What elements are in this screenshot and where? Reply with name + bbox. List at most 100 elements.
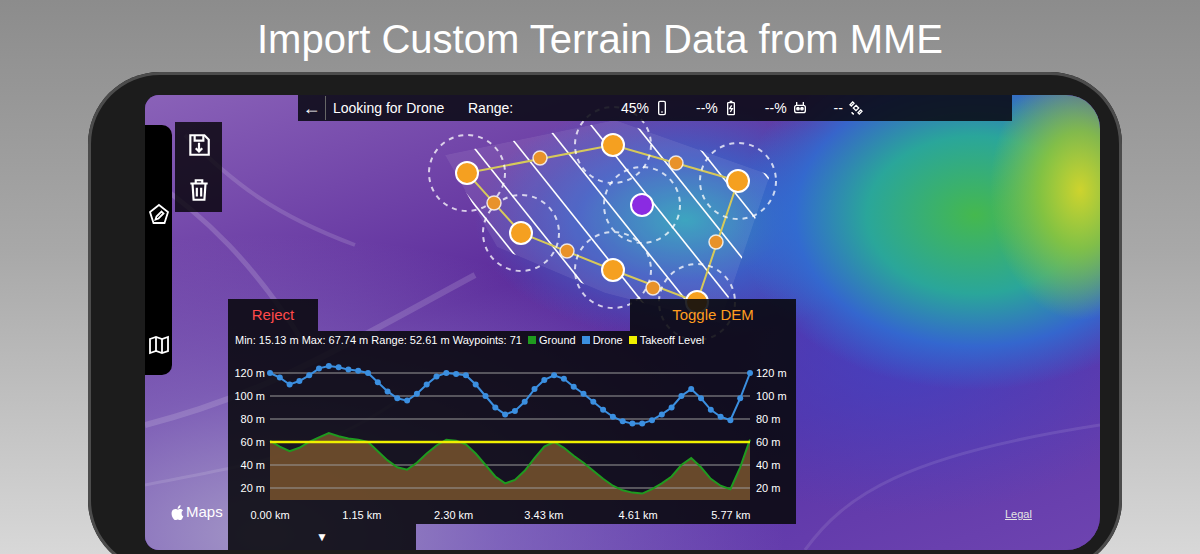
drone-point[interactable] xyxy=(375,379,381,385)
drawer-toggle[interactable]: ▼ xyxy=(228,524,416,550)
midpoint-handle[interactable] xyxy=(560,244,574,258)
drone-point[interactable] xyxy=(277,375,283,381)
drone-point[interactable] xyxy=(316,365,322,371)
legend-swatch xyxy=(582,336,590,344)
profile-plot: 120 m120 m100 m100 m80 m80 m60 m60 m40 m… xyxy=(228,349,796,524)
vertex-handle[interactable] xyxy=(602,134,624,156)
drone-point[interactable] xyxy=(385,388,391,394)
drone-point[interactable] xyxy=(688,386,694,392)
reject-button[interactable]: Reject xyxy=(228,299,318,331)
mission-polygon[interactable] xyxy=(467,145,738,302)
drone-point[interactable] xyxy=(561,376,567,382)
legend-label: Drone xyxy=(593,333,623,347)
vertex-handle[interactable] xyxy=(510,222,532,244)
drone-point[interactable] xyxy=(355,368,361,374)
y-tick-label: 120 m xyxy=(756,367,787,379)
legal-link[interactable]: Legal xyxy=(1005,506,1032,523)
legend-item: Drone xyxy=(582,333,623,347)
drone-point[interactable] xyxy=(571,384,577,390)
drone-point[interactable] xyxy=(434,373,440,379)
drone-point[interactable] xyxy=(581,391,587,397)
drone-point[interactable] xyxy=(522,399,528,405)
drone-line xyxy=(270,366,750,424)
drone-point[interactable] xyxy=(336,364,342,370)
vertex-handle[interactable] xyxy=(727,170,749,192)
x-tick-label: 4.61 km xyxy=(619,509,658,521)
vertex-handle[interactable] xyxy=(456,162,478,184)
drone-point[interactable] xyxy=(492,405,498,411)
status-readouts: 45% --% --% -- xyxy=(621,98,864,119)
drone-point[interactable] xyxy=(610,414,616,420)
drone-point[interactable] xyxy=(512,408,518,414)
drone-point[interactable] xyxy=(345,367,351,373)
drone-point[interactable] xyxy=(649,417,655,423)
drone-point[interactable] xyxy=(600,407,606,413)
drone-point[interactable] xyxy=(502,411,508,417)
drone-point[interactable] xyxy=(669,405,675,411)
drone-point[interactable] xyxy=(708,407,714,413)
trash-icon[interactable] xyxy=(186,177,212,203)
y-tick-label: 100 m xyxy=(234,390,265,402)
drone-point[interactable] xyxy=(414,391,420,397)
midpoint-handle[interactable] xyxy=(533,151,547,165)
edit-icon[interactable] xyxy=(147,203,171,227)
center-handle[interactable] xyxy=(631,194,653,216)
drone-point[interactable] xyxy=(532,386,538,392)
drone-point[interactable] xyxy=(306,372,312,378)
drone-point[interactable] xyxy=(473,382,479,388)
drone-point[interactable] xyxy=(659,411,665,417)
drone-point[interactable] xyxy=(678,393,684,399)
drone-point[interactable] xyxy=(267,370,273,376)
chart-header: Min: 15.13 m Max: 67.74 m Range: 52.61 m… xyxy=(228,331,796,349)
midpoint-handle[interactable] xyxy=(669,156,683,170)
drone-point[interactable] xyxy=(326,363,332,369)
drone-point[interactable] xyxy=(443,370,449,376)
grid-line xyxy=(270,373,750,374)
drone-point[interactable] xyxy=(620,418,626,424)
drone-point[interactable] xyxy=(639,421,645,427)
drone-point[interactable] xyxy=(296,378,302,384)
drone-battery: --% xyxy=(696,98,739,119)
drone-point[interactable] xyxy=(727,417,733,423)
save-icon[interactable] xyxy=(186,132,212,158)
fill-layer xyxy=(270,433,750,500)
drone-point[interactable] xyxy=(394,395,400,401)
drone-point[interactable] xyxy=(737,395,743,401)
satellite-count: -- xyxy=(834,98,864,119)
app-screen: ← Looking for Drone Range: 45% --% --% xyxy=(145,95,1100,550)
drone-point[interactable] xyxy=(404,398,410,404)
drone-point[interactable] xyxy=(541,377,547,383)
grid-line xyxy=(270,396,750,397)
drone-point[interactable] xyxy=(629,421,635,427)
grid-line xyxy=(270,419,750,420)
drone-point[interactable] xyxy=(287,382,293,388)
left-rail xyxy=(145,125,172,375)
legend-swatch xyxy=(629,336,637,344)
drone-point[interactable] xyxy=(551,372,557,378)
vertex-range xyxy=(604,167,680,243)
grid-line xyxy=(270,442,750,443)
page: Import Custom Terrain Data from MME xyxy=(0,0,1200,554)
controller-signal: --% xyxy=(765,98,808,119)
drone-point[interactable] xyxy=(747,370,753,376)
drone-point[interactable] xyxy=(365,370,371,376)
midpoint-handle[interactable] xyxy=(646,281,660,295)
maps-label: Maps xyxy=(186,501,223,524)
phone-icon xyxy=(654,99,670,117)
vertex-handle[interactable] xyxy=(602,259,624,281)
map-icon[interactable] xyxy=(147,333,171,357)
drone-point[interactable] xyxy=(453,371,459,377)
drone-point[interactable] xyxy=(698,395,704,401)
back-button[interactable]: ← xyxy=(298,96,326,120)
toggle-dem-button[interactable]: Toggle DEM xyxy=(630,299,796,331)
panel-actions: Reject Toggle DEM xyxy=(228,299,796,331)
headline: Import Custom Terrain Data from MME xyxy=(0,0,1200,72)
drone-point[interactable] xyxy=(590,399,596,405)
midpoint-handle[interactable] xyxy=(709,235,723,249)
midpoint-handle[interactable] xyxy=(487,196,501,210)
drone-point[interactable] xyxy=(463,372,469,378)
drone-point[interactable] xyxy=(424,382,430,388)
drone-point[interactable] xyxy=(483,393,489,399)
flight-line xyxy=(440,105,630,343)
drone-point[interactable] xyxy=(718,414,724,420)
